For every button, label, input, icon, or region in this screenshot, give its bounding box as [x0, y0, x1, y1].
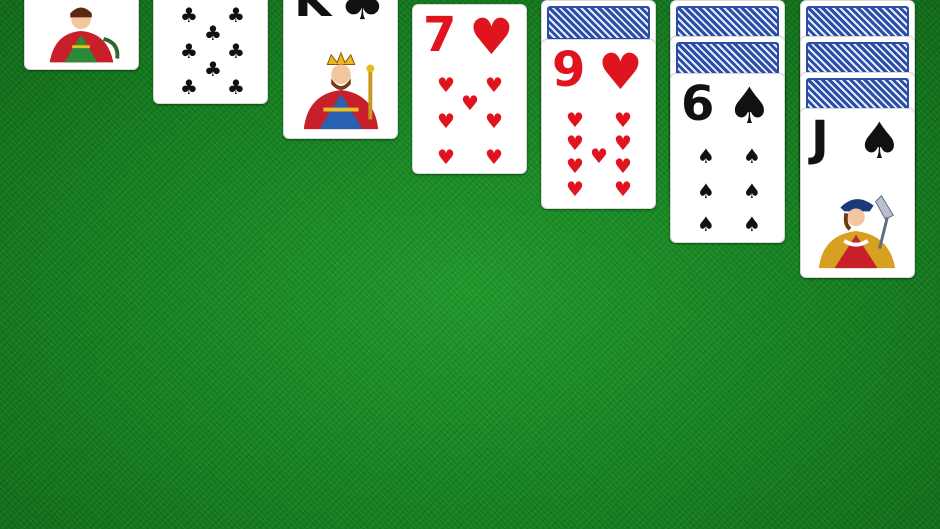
heart-pip-icon: ♥: [461, 91, 479, 115]
card-rank: 7: [423, 7, 457, 63]
heart-pip-icon: ♥: [590, 144, 608, 168]
heart-pip-icon: ♥: [566, 108, 584, 132]
card-back-pattern: [676, 6, 779, 40]
spade-suit-icon: ♠: [727, 77, 772, 135]
heart-pip-icon: ♥: [437, 109, 455, 133]
queen-portrait-icon: [35, 3, 128, 63]
card-rank: 9: [552, 42, 586, 98]
spade-pip-icon: ♠: [743, 212, 761, 236]
card-column-7-jack-of-spades[interactable]: J ♠: [800, 108, 915, 278]
club-pip-icon: ♣: [204, 21, 222, 45]
spade-suit-icon: ♠: [857, 112, 902, 170]
spade-pip-icon: ♠: [697, 144, 715, 168]
club-pip-icon: ♣: [180, 75, 198, 99]
spade-pip-icon: ♠: [697, 179, 715, 203]
heart-pip-icon: ♥: [566, 154, 584, 178]
heart-pip-icon: ♥: [485, 109, 503, 133]
heart-pip-icon: ♥: [566, 177, 584, 201]
card-back-pattern: [806, 6, 909, 40]
heart-pip-icon: ♥: [485, 145, 503, 169]
card-rank: 6: [681, 76, 715, 132]
spade-pip-icon: ♠: [743, 179, 761, 203]
heart-pip-icon: ♥: [437, 73, 455, 97]
heart-pip-icon: ♥: [614, 177, 632, 201]
card-rank: K: [294, 0, 332, 28]
card-back-pattern: [547, 6, 650, 40]
jack-portrait-icon: [811, 189, 904, 269]
card-column-2-eight-of-clubs[interactable]: ♣ ♣ ♣ ♣ ♣ ♣ ♣ ♣: [153, 0, 268, 104]
heart-pip-icon: ♥: [566, 131, 584, 155]
card-column-5-nine-of-hearts[interactable]: 9 ♥ ♥ ♥ ♥ ♥ ♥ ♥ ♥ ♥ ♥: [541, 39, 656, 209]
club-pip-icon: ♣: [227, 3, 245, 27]
card-rank: J: [811, 111, 829, 167]
card-column-1-queen-of-hearts[interactable]: [24, 0, 139, 70]
card-column-6-six-of-spades[interactable]: 6 ♠ ♠ ♠ ♠ ♠ ♠ ♠: [670, 73, 785, 243]
card-column-3-king-of-clubs[interactable]: K ♣: [283, 0, 398, 139]
card-column-4-seven-of-hearts[interactable]: 7 ♥ ♥ ♥ ♥ ♥ ♥ ♥ ♥: [412, 4, 527, 174]
spade-pip-icon: ♠: [743, 144, 761, 168]
club-suit-icon: ♣: [340, 0, 385, 31]
club-pip-icon: ♣: [227, 39, 245, 63]
club-pip-icon: ♣: [227, 75, 245, 99]
heart-pip-icon: ♥: [485, 73, 503, 97]
heart-pip-icon: ♥: [437, 145, 455, 169]
card-back-pattern: [676, 42, 779, 76]
club-pip-icon: ♣: [204, 57, 222, 81]
heart-pip-icon: ♥: [614, 154, 632, 178]
card-back-pattern: [806, 42, 909, 76]
spade-pip-icon: ♠: [697, 212, 715, 236]
heart-suit-icon: ♥: [598, 43, 643, 101]
heart-pip-icon: ♥: [614, 108, 632, 132]
club-pip-icon: ♣: [180, 3, 198, 27]
heart-pip-icon: ♥: [614, 131, 632, 155]
card-back-pattern: [806, 78, 909, 112]
heart-suit-icon: ♥: [469, 8, 514, 66]
club-pip-icon: ♣: [180, 39, 198, 63]
king-portrait-icon: [294, 50, 387, 130]
